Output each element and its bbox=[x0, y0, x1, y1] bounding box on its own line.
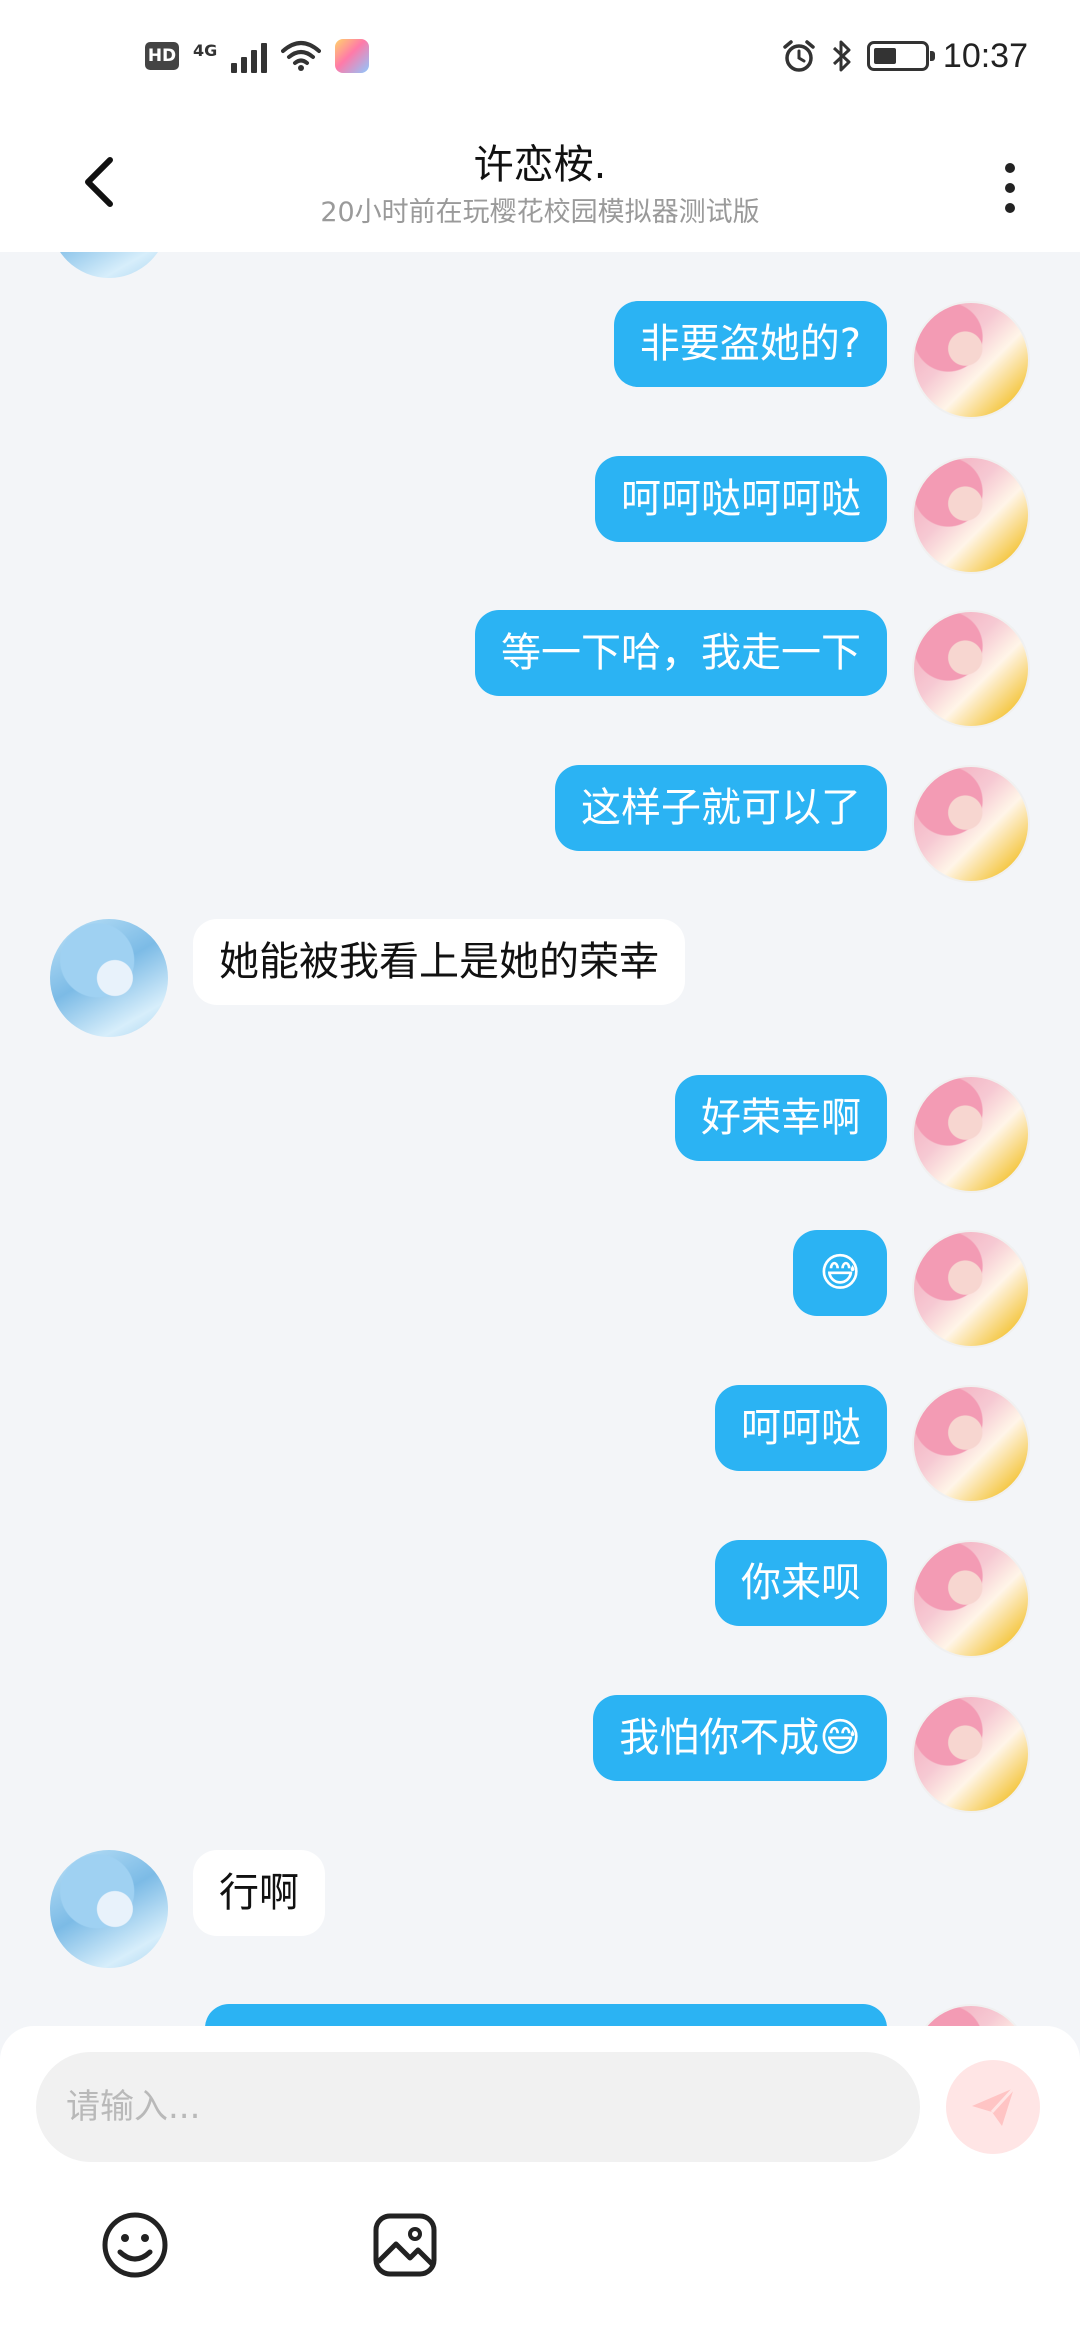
message-bubble-sent[interactable]: 呵呵哒呵呵哒 bbox=[595, 456, 887, 542]
my-avatar[interactable] bbox=[912, 1075, 1030, 1193]
message-bubble-sent[interactable]: 等一下哈，我走一下 bbox=[475, 610, 887, 696]
contact-status: 20小时前在玩樱花校园模拟器测试版 bbox=[320, 197, 760, 228]
status-time: 10:37 bbox=[942, 36, 1028, 75]
message-bubble-sent[interactable]: 这样子就可以了 bbox=[555, 765, 887, 851]
emoji-button[interactable] bbox=[100, 2210, 170, 2280]
input-panel bbox=[0, 2026, 1080, 2340]
message-bubble-received[interactable]: 行啊 bbox=[193, 1850, 325, 1936]
chat-header: 许恋桉. 20小时前在玩樱花校园模拟器测试版 bbox=[0, 112, 1080, 252]
contact-avatar[interactable] bbox=[50, 1850, 168, 1968]
message-bubble-sent[interactable]: 你来呗 bbox=[715, 1540, 887, 1626]
bluetooth-icon bbox=[832, 40, 851, 72]
image-button[interactable] bbox=[370, 2210, 440, 2280]
message-bubble-sent[interactable]: 我怕你不成😅 bbox=[593, 1695, 887, 1781]
status-right: 10:37 bbox=[781, 37, 1028, 76]
message-bubble-sent-partial[interactable] bbox=[205, 2004, 887, 2026]
my-avatar[interactable] bbox=[912, 301, 1030, 419]
my-avatar[interactable] bbox=[912, 456, 1030, 574]
status-bar: HD 4G 10:37 bbox=[0, 0, 1080, 112]
network-type: 4G bbox=[193, 41, 218, 60]
image-icon bbox=[373, 2213, 437, 2277]
send-icon bbox=[972, 2086, 1016, 2126]
more-dot-icon bbox=[1005, 163, 1015, 173]
contact-name[interactable]: 许恋桉. bbox=[0, 132, 1080, 190]
my-avatar[interactable] bbox=[912, 2004, 1030, 2026]
message-input[interactable] bbox=[36, 2052, 920, 2162]
my-avatar[interactable] bbox=[912, 1540, 1030, 1658]
wifi-icon bbox=[281, 41, 322, 71]
smiley-icon bbox=[102, 2212, 168, 2278]
battery-icon bbox=[866, 41, 935, 71]
more-dot-icon bbox=[1005, 183, 1015, 193]
message-bubble-sent[interactable]: 好荣幸啊 bbox=[675, 1075, 887, 1161]
message-bubble-sent[interactable]: 😅 bbox=[793, 1230, 887, 1316]
alarm-icon bbox=[783, 40, 815, 72]
my-avatar[interactable] bbox=[912, 1695, 1030, 1813]
my-avatar[interactable] bbox=[912, 610, 1030, 728]
message-bubble-received[interactable]: 她能被我看上是她的荣幸 bbox=[193, 919, 685, 1005]
message-bubble-sent[interactable]: 呵呵哒 bbox=[715, 1385, 887, 1471]
send-button[interactable] bbox=[946, 2060, 1040, 2154]
my-avatar[interactable] bbox=[912, 765, 1030, 883]
my-avatar[interactable] bbox=[912, 1385, 1030, 1503]
chat-area[interactable]: 非要盗她的? 呵呵哒呵呵哒 等一下哈，我走一下 这样子就可以了 她能被我看上是她… bbox=[0, 252, 1080, 2026]
contact-avatar[interactable] bbox=[50, 252, 168, 278]
signal-icon bbox=[231, 39, 268, 73]
my-avatar[interactable] bbox=[912, 1230, 1030, 1348]
app-icon bbox=[335, 39, 370, 73]
more-options-button[interactable] bbox=[980, 148, 1040, 228]
more-dot-icon bbox=[1005, 203, 1015, 213]
message-bubble-sent[interactable]: 非要盗她的? bbox=[613, 301, 887, 387]
hd-badge: HD bbox=[145, 42, 179, 70]
contact-avatar[interactable] bbox=[50, 919, 168, 1037]
status-left: HD 4G bbox=[145, 39, 370, 73]
